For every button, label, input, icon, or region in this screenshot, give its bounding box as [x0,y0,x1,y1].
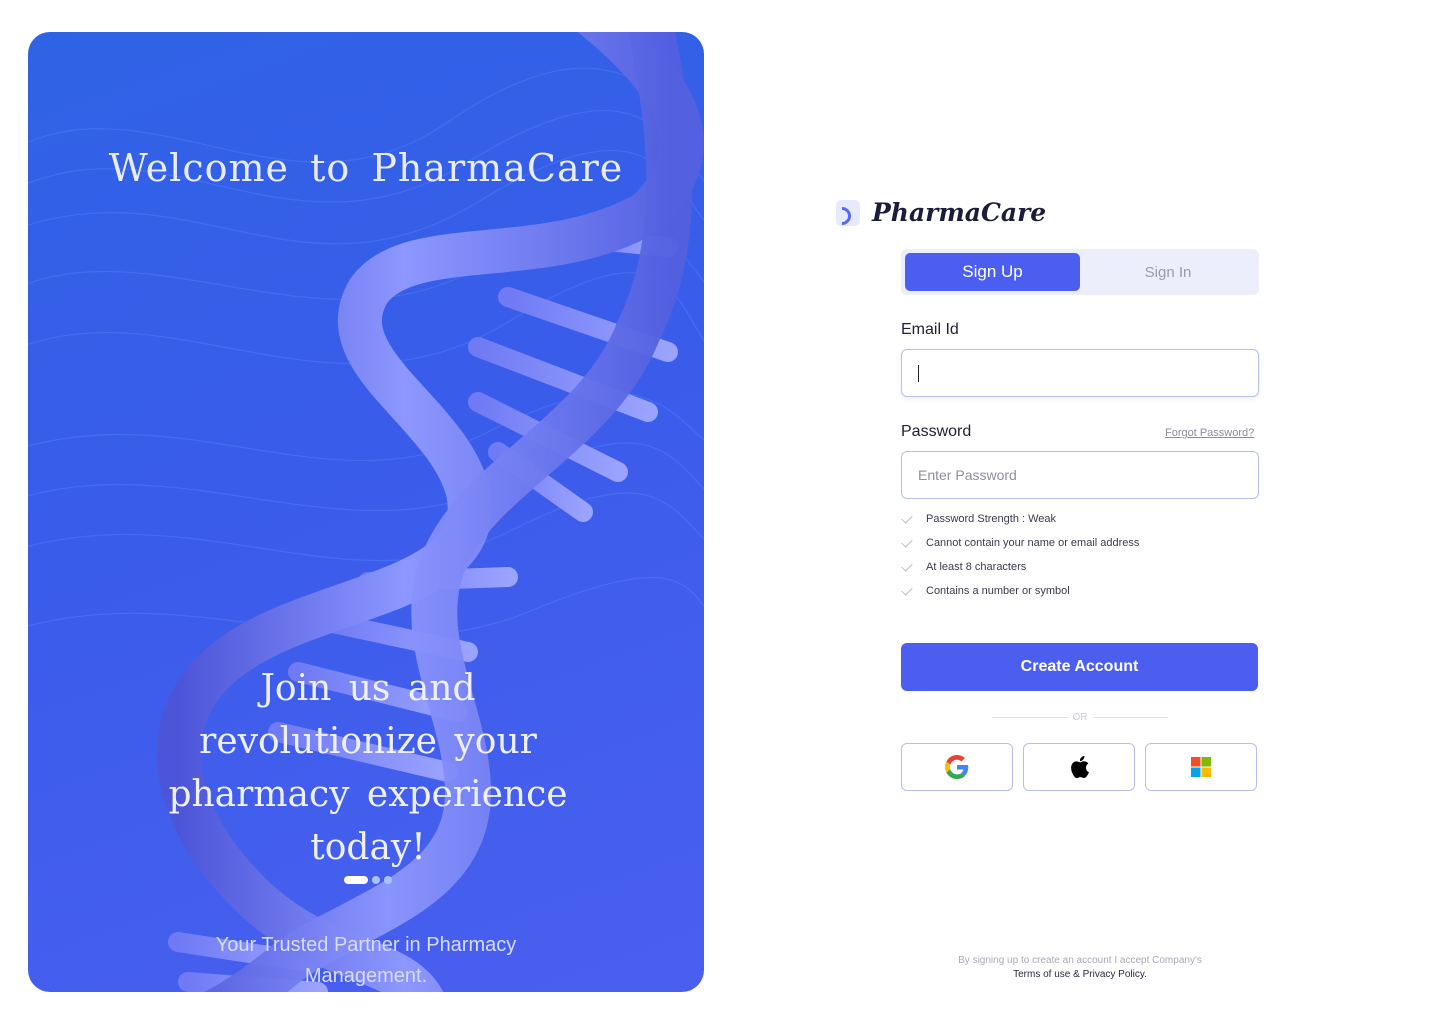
rule-item: Contains a number or symbol [901,579,1139,603]
google-signin-button[interactable] [901,743,1013,791]
email-label: Email Id [901,321,959,338]
terms-prefix: By signing up to create an account I acc… [958,955,1202,966]
password-label: Password [901,423,972,440]
terms-privacy-link[interactable]: Terms of use & Privacy Policy. [901,968,1259,982]
password-field[interactable] [901,451,1259,499]
forgot-password-link[interactable]: Forgot Password? [1165,427,1254,439]
auth-tabs: Sign Up Sign In [901,249,1259,295]
terms-footer: By signing up to create an account I acc… [901,954,1259,982]
check-icon [901,584,915,598]
or-divider: OR [992,710,1168,724]
apple-signin-button[interactable] [1023,743,1135,791]
hero-subtitle: Your Trusted Partner in Pharmacy Managem… [215,934,517,987]
brand-name: PharmaCare [872,198,1047,227]
rule-item: Cannot contain your name or email addres… [901,531,1139,555]
rule-text: At least 8 characters [926,561,1027,573]
microsoft-icon [1191,757,1211,777]
email-field[interactable] [901,349,1259,397]
rule-item: At least 8 characters [901,555,1139,579]
hero-tagline: Join us and revolutionize your pharmacy … [168,668,568,868]
rule-text: Password Strength : Weak [926,513,1057,525]
divider-line [1092,716,1168,718]
google-icon [945,755,969,779]
rule-text: Contains a number or symbol [926,585,1070,597]
carousel-dot-active[interactable] [344,876,368,884]
hero-panel: Welcome to PharmaCare Join us and revolu… [28,32,704,992]
hero-title: Welcome to PharmaCare [108,146,624,190]
logo-icon [836,199,860,226]
rule-text: Cannot contain your name or email addres… [926,537,1140,549]
check-icon [901,560,915,574]
brand: PharmaCare [836,198,1046,227]
carousel-dot[interactable] [372,876,380,884]
or-text: OR [1072,711,1088,723]
check-icon [901,536,915,550]
carousel-dot[interactable] [384,876,392,884]
check-icon [901,512,915,526]
tab-sign-in[interactable]: Sign In [1081,253,1255,291]
text-cursor [918,365,919,382]
create-account-button[interactable]: Create Account [901,643,1258,691]
carousel-indicator [344,876,392,884]
apple-icon [1071,756,1089,779]
tab-sign-up[interactable]: Sign Up [905,253,1080,291]
password-rules: Password Strength : Weak Cannot contain … [901,507,1139,603]
microsoft-signin-button[interactable] [1145,743,1257,791]
rule-item: Password Strength : Weak [901,507,1139,531]
divider-line [992,716,1068,718]
